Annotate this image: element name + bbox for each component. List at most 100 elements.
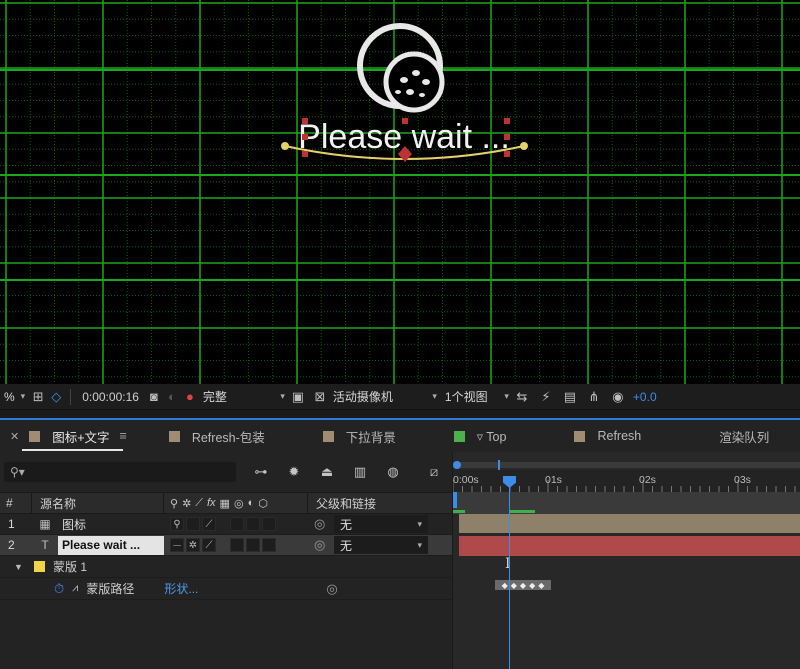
mask-color-swatch[interactable] (34, 561, 45, 572)
mask-path-row[interactable]: ⏱ ⩘ 蒙版路径 形状... ◎ (0, 578, 452, 600)
tab-pulldown-bg[interactable]: 下拉背景 (313, 419, 406, 453)
mask-visibility-icon[interactable]: ◇ (47, 388, 65, 406)
expand-triangle-icon[interactable]: ▼ (14, 562, 24, 572)
motion-blur-icon[interactable]: ◍ (384, 463, 402, 481)
transparency-grid-icon[interactable]: ⊠ (311, 388, 329, 406)
keyframes[interactable]: ◆ ◆ ◆ ◆ ◆ (495, 580, 551, 590)
zoom-value: % (4, 389, 15, 404)
tab-color-swatch (29, 430, 41, 442)
pick-whip-icon[interactable]: ◎ (314, 537, 328, 553)
parent-dropdown[interactable]: 无 ▾ (334, 536, 428, 554)
timeline-icon[interactable]: ▤ (561, 388, 579, 406)
tab-label: ▿ Top (476, 429, 507, 444)
safe-zones-icon[interactable]: ⊞ (29, 388, 47, 406)
toggle-pixel-aspect-icon[interactable]: ⇆ (513, 388, 531, 406)
frame-blend-icon: ▦ (219, 497, 230, 510)
reset-exposure-icon[interactable]: ◉ (609, 388, 627, 406)
shy-icon: ⚲ (170, 497, 179, 510)
camera-dropdown[interactable]: 活动摄像机 ▾ (329, 388, 441, 406)
tab-refresh-wrap[interactable]: Refresh-包装 (159, 419, 275, 453)
views-dropdown[interactable]: 1个视图 ▾ (441, 388, 513, 406)
layer-row[interactable]: 2 T Please wait ... ⏤ ✲ ⟋ ◎ 无 ▾ (0, 535, 452, 556)
layer-name[interactable]: 图标 (58, 514, 164, 534)
stopwatch-icon[interactable]: ⏱ (54, 581, 64, 597)
graph-editor-icon[interactable]: ⧄ (425, 463, 443, 481)
quality-switch[interactable]: ⟋ (202, 538, 216, 552)
timeline-tabs: ✕ 图标+文字 ≡ Refresh-包装 下拉背景 ▿ Top Refresh … (0, 410, 800, 453)
tab-label: Refresh-包装 (191, 430, 265, 445)
viewer-toolbar: % ▾ ⊞ ◇ 0:00:00:16 ◙ ◐ ● 完整 ▾ ▣ ⊠ 活动摄像机 ▾ 1… (0, 384, 800, 410)
path-vertex-right[interactable] (520, 142, 528, 150)
collapse-icon: ✲ (182, 497, 192, 510)
col-parent-link[interactable]: 父级和链接 (308, 493, 452, 513)
layer-row[interactable]: 1 ▦ 图标 ⚲ ⟋ ◎ 无 ▾ (0, 514, 452, 535)
camera-value: 活动摄像机 (332, 390, 393, 404)
motion-blur-switch[interactable] (246, 538, 260, 552)
3d-switch[interactable] (262, 538, 276, 552)
tab-icon-text[interactable]: ✕ 图标+文字 ≡ (0, 419, 137, 453)
ruler-label: 02s (639, 474, 656, 486)
precomp-icon: ▦ (39, 517, 51, 531)
motion-blur-switch[interactable] (246, 517, 260, 531)
search-icon: ⚲▾ (10, 465, 25, 479)
layer-bar-2[interactable] (459, 536, 800, 556)
layer-panel: ⚲▾ ⊶ ✹ ⏏ ▥ ◍ ⧄ # 源名称 ⚲ ✲ ⟋ fx ▦ ◎ ◐ ⬡ 父级… (0, 452, 452, 669)
collapse-switch[interactable] (186, 517, 200, 531)
shy-layers-icon[interactable]: ⏏ (318, 463, 336, 481)
frame-blend-switch[interactable] (230, 517, 244, 531)
col-source-name[interactable]: 源名称 (32, 493, 164, 513)
parent-value: 无 (340, 517, 353, 532)
show-snapshot-icon[interactable]: ◐ (163, 388, 181, 406)
tab-render-queue[interactable]: 渲染队列 (709, 419, 779, 453)
3d-layer-icon: ⬡ (258, 497, 268, 510)
quality-switch[interactable]: ⟋ (202, 517, 216, 531)
layer-name-input[interactable]: Please wait ... (58, 535, 164, 555)
zoom-dropdown[interactable]: % ▾ (0, 388, 29, 406)
shy-switch[interactable]: ⏤ (170, 538, 184, 552)
snapshot-icon[interactable]: ◙ (145, 388, 163, 406)
frame-blending-icon[interactable]: ▥ (351, 463, 369, 481)
mask-shape-link[interactable]: 形状... (164, 580, 198, 597)
tab-top[interactable]: ▿ Top (444, 419, 517, 453)
motion-blur-col-icon: ◎ (233, 497, 244, 510)
resolution-dropdown[interactable]: 完整 ▾ (199, 388, 289, 406)
adjustment-icon: ◐ (247, 497, 255, 509)
close-icon[interactable]: ✕ (10, 430, 19, 443)
pick-whip-icon[interactable]: ◎ (326, 581, 340, 597)
timeline-tracks[interactable]: 0:00s 01s 02s 03s I ◆ ◆ ◆ ◆ ◆ (452, 452, 800, 669)
graph-icon[interactable]: ⩘ (72, 582, 78, 595)
timecode[interactable]: 0:00:00:16 (82, 390, 139, 404)
region-of-interest-icon[interactable]: ▣ (289, 388, 307, 406)
3d-switch[interactable] (262, 517, 276, 531)
tab-label: 下拉背景 (345, 430, 396, 445)
color-channels-icon[interactable]: ● (181, 388, 199, 406)
tab-refresh[interactable]: Refresh (564, 419, 651, 453)
composition-viewer[interactable]: Please wait ... (0, 0, 800, 384)
ruler-label: 01s (545, 474, 562, 486)
frame-blend-switch[interactable] (230, 538, 244, 552)
fast-previews-icon[interactable]: ⚡ (537, 388, 555, 406)
mask-name[interactable]: 蒙版 1 (53, 558, 87, 575)
viewer-canvas[interactable]: Please wait ... (0, 0, 800, 384)
parent-dropdown[interactable]: 无 ▾ (334, 515, 428, 533)
playhead-line[interactable] (509, 476, 510, 669)
tab-label: 图标+文字 (52, 430, 110, 445)
mask-group-row[interactable]: ▼ 蒙版 1 (0, 556, 452, 578)
layer-bar-1[interactable] (459, 514, 800, 533)
search-input[interactable]: ⚲▾ (4, 462, 236, 482)
exposure-value[interactable]: +0.0 (633, 390, 657, 404)
work-area-row (453, 492, 800, 514)
ruler-label: 03s (734, 474, 751, 486)
path-vertex-left[interactable] (281, 142, 289, 150)
menu-icon[interactable]: ≡ (120, 429, 127, 443)
draft-3d-icon[interactable]: ✹ (285, 463, 303, 481)
column-header: # 源名称 ⚲ ✲ ⟋ fx ▦ ◎ ◐ ⬡ 父级和链接 (0, 492, 452, 514)
shy-switch[interactable]: ⚲ (170, 517, 184, 531)
parent-value: 无 (340, 538, 353, 553)
mask-path-label: 蒙版路径 (86, 582, 135, 596)
flowchart-icon[interactable]: ⋔ (585, 388, 603, 406)
collapse-switch[interactable]: ✲ (186, 538, 200, 552)
composition-mini-flowchart-icon[interactable]: ⊶ (252, 463, 270, 481)
quality-icon: ⟋ (195, 496, 203, 509)
pick-whip-icon[interactable]: ◎ (314, 516, 328, 532)
